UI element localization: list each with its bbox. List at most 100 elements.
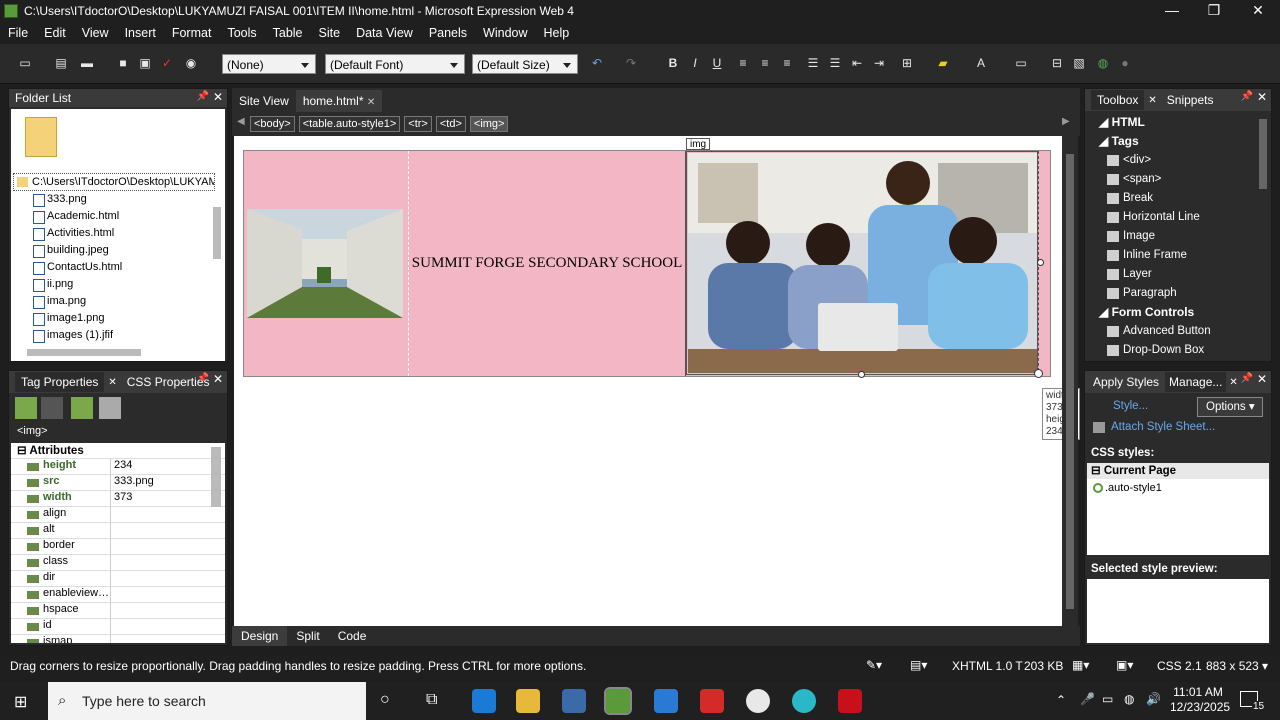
file-item[interactable]: ContactUs.html (27, 259, 213, 276)
school-name-text[interactable]: SUMMIT FORGE SECONDARY SCHOOL (410, 255, 684, 272)
attribute-value[interactable] (111, 555, 114, 570)
scrollbar-thumb[interactable] (1066, 154, 1074, 609)
file-item[interactable]: Academic.html (27, 208, 213, 225)
align-right-icon[interactable]: ≡ (778, 54, 796, 72)
bullet-list-icon[interactable]: ☰ (826, 54, 844, 72)
building-image[interactable] (247, 209, 403, 318)
attach-style-sheet-link[interactable]: Attach Style Sheet... (1093, 421, 1215, 433)
web-icon[interactable]: ◍ (1094, 54, 1112, 72)
attribute-row[interactable]: hspace (11, 603, 225, 619)
sort-icon[interactable] (41, 397, 63, 419)
new-style-link[interactable]: Style... (1113, 400, 1148, 412)
netflix-icon[interactable] (838, 689, 862, 713)
attribute-row[interactable]: height 234 (11, 459, 225, 475)
close-icon[interactable]: ✕ (213, 90, 223, 104)
menu-table[interactable]: Table (265, 26, 311, 40)
canvas-scrollbar[interactable] (1062, 136, 1078, 626)
attributes-section[interactable]: ⊟ Attributes (11, 443, 225, 459)
pin-icon[interactable]: 📌 (197, 373, 209, 384)
expression-web-taskbar-icon[interactable] (604, 687, 632, 715)
stop-icon[interactable]: ● (1116, 54, 1134, 72)
attribute-value[interactable] (111, 507, 114, 522)
crumb-td[interactable]: <td> (435, 116, 466, 132)
vertical-scrollbar[interactable] (213, 207, 221, 259)
new-page-icon[interactable]: ▤ (52, 54, 70, 72)
crumb-img[interactable]: <img> (469, 116, 509, 132)
attribute-value[interactable] (111, 635, 114, 643)
menu-panels[interactable]: Panels (421, 26, 475, 40)
tag-icon[interactable] (99, 397, 121, 419)
file-item[interactable]: building.jpeg (27, 242, 213, 259)
picture-icon[interactable]: ▧ (1070, 54, 1088, 72)
open-folder-icon[interactable]: ▬ (78, 54, 96, 72)
attribute-value[interactable] (111, 539, 114, 554)
chrome-icon[interactable] (746, 689, 770, 713)
align-center-icon[interactable]: ≡ (756, 54, 774, 72)
close-tab-icon[interactable]: ✕ (367, 97, 375, 108)
attribute-row[interactable]: border (11, 539, 225, 555)
attribute-value[interactable]: 234 (111, 459, 132, 474)
minimize-button[interactable]: — (1150, 0, 1194, 22)
tool-horizontal-line[interactable]: Horizontal Line (1085, 208, 1271, 227)
page-dimensions[interactable]: 883 x 523 ▾ (1206, 659, 1268, 673)
mail-icon[interactable] (654, 689, 678, 713)
style-app-icon[interactable]: ▤▾ (910, 658, 927, 672)
tab-design[interactable]: Design (232, 626, 288, 646)
file-item[interactable]: ima.png (27, 293, 213, 310)
clock[interactable]: 11:01 AM 12/23/2025 (1170, 685, 1230, 715)
close-icon[interactable]: ✕ (104, 377, 120, 388)
page-table[interactable]: SUMMIT FORGE SECONDARY SCHOOL img (243, 138, 1051, 378)
group-tags[interactable]: ◢ Tags (1085, 132, 1271, 151)
globe-icon[interactable]: ◍ (1124, 692, 1134, 706)
attribute-value[interactable] (111, 523, 114, 538)
tab-tag-properties[interactable]: Tag Properties (15, 372, 105, 392)
doctype-indicator[interactable]: XHTML 1.0 T (952, 659, 1023, 673)
show-categorized-icon[interactable] (15, 397, 37, 419)
tab-home-html[interactable]: home.html* ✕ (295, 90, 383, 112)
pin-icon[interactable]: 📌 (1241, 91, 1253, 102)
tab-snippets[interactable]: Snippets (1161, 93, 1220, 107)
attribute-value[interactable] (111, 571, 114, 586)
pin-icon[interactable]: 📌 (197, 91, 209, 102)
volume-icon[interactable]: 🔊 (1146, 692, 1161, 706)
crumb-body[interactable]: <body> (250, 116, 295, 132)
task-view-icon[interactable]: ⧉ (426, 691, 437, 709)
file-item[interactable]: ii.png (27, 276, 213, 293)
tab-toolbox[interactable]: Toolbox (1091, 90, 1145, 110)
attribute-value[interactable]: 373 (111, 491, 132, 506)
attribute-row[interactable]: width 373 (11, 491, 225, 507)
file-item[interactable]: Activities.html (27, 225, 213, 242)
redo-icon[interactable]: ↷ (622, 54, 640, 72)
menu-data-view[interactable]: Data View (348, 26, 421, 40)
menu-edit[interactable]: Edit (36, 26, 74, 40)
horizontal-scrollbar[interactable] (27, 349, 141, 356)
menu-site[interactable]: Site (311, 26, 349, 40)
attribute-row[interactable]: alt (11, 523, 225, 539)
layout-icon[interactable]: ▭ (1012, 54, 1030, 72)
youtube-icon[interactable] (700, 689, 724, 713)
size-select[interactable]: (Default Size) (472, 54, 578, 74)
close-icon[interactable]: ✕ (1144, 95, 1160, 106)
tool-div[interactable]: <div> (1085, 151, 1271, 170)
image-selection-box[interactable] (686, 151, 1038, 375)
tool-advanced-button[interactable]: Advanced Button (1085, 322, 1271, 341)
file-item[interactable]: 333.png (27, 191, 213, 208)
tool-break[interactable]: Break (1085, 189, 1271, 208)
highlight-icon[interactable]: ▰ (934, 54, 952, 72)
attribute-value[interactable] (111, 603, 114, 618)
bold-button[interactable]: B (664, 54, 682, 72)
style-select[interactable]: (None) (222, 54, 316, 74)
tool-span[interactable]: <span> (1085, 170, 1271, 189)
undo-icon[interactable]: ↶ (588, 54, 606, 72)
file-explorer-icon[interactable] (516, 689, 540, 713)
pin-icon[interactable]: 📌 (1241, 373, 1253, 384)
numbered-list-icon[interactable]: ☰ (804, 54, 822, 72)
close-icon[interactable]: ✕ (1257, 90, 1267, 104)
restore-button[interactable]: ❐ (1192, 0, 1236, 22)
close-icon[interactable]: ✕ (213, 372, 223, 386)
font-color-icon[interactable]: A (972, 54, 990, 72)
attribute-value[interactable] (111, 587, 114, 602)
visual-aids-icon[interactable]: ✎▾ (866, 658, 882, 672)
vertical-scrollbar[interactable] (211, 447, 221, 507)
save-icon[interactable]: ■ (114, 54, 132, 72)
